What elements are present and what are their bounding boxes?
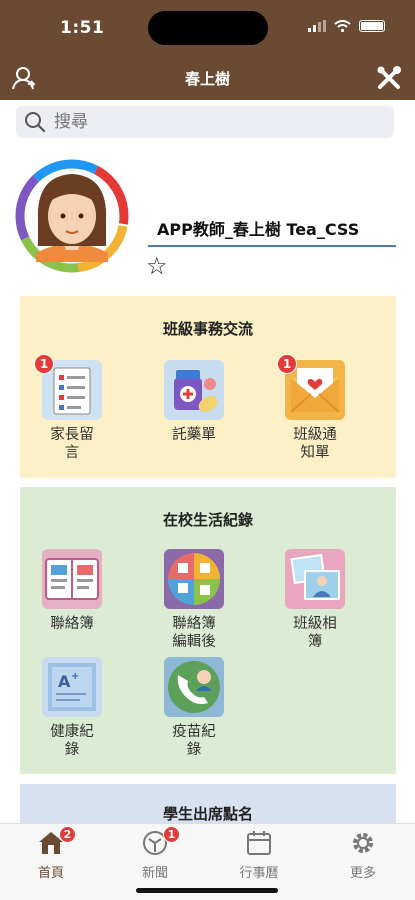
item-label: 疫苗紀 錄 [172,724,216,758]
tab-label: 更多 [349,866,376,881]
photo-album-button[interactable]: 班級相 簿 [270,549,360,651]
badge-count: 1 [277,354,297,374]
wifi-icon [334,20,351,32]
section-title: 班級事務交流 [162,320,253,338]
tab-label: 首頁 [37,866,64,881]
tools-icon[interactable] [375,64,403,92]
section-title: 學生出席點名 [162,805,253,823]
search-input[interactable] [54,112,354,132]
notice-letter-button[interactable]: 1 班級通 知單 [270,354,360,462]
contact-book-icon [42,549,102,609]
item-label: 聯絡簿 [50,616,94,632]
item-label: 班級相 簿 [293,616,337,650]
name-underline [148,245,396,247]
item-label: 聯絡簿 編輯後 [172,616,216,650]
school-life-section: 在校生活紀錄 聯絡簿 聯絡簿 編輯後 班級相 簿 A + 健康紀 錄 疫苗紀 錄 [20,487,396,774]
calendar-icon [247,831,271,855]
badge-count: 1 [34,354,54,374]
tab-label: 行事曆 [239,866,279,881]
home-indicator [136,888,278,893]
vaccine-record-button[interactable]: 疫苗紀 錄 [149,657,239,759]
page-title: 春上樹 [184,70,230,88]
status-time: 1:51 [60,18,105,38]
search-bar[interactable] [16,106,394,138]
photo-album-icon [285,549,345,609]
contact-book-edited-icon [164,549,224,609]
status-icons [308,20,385,32]
notice-letter-icon: 1 [277,354,345,420]
tab-calendar[interactable]: 行事曆 [224,830,294,881]
item-label: 家長留 言 [50,427,94,461]
tab-news[interactable]: 1 新聞 [120,826,190,881]
tab-home[interactable]: 2 首頁 [16,826,86,881]
badge-count: 2 [59,826,76,843]
class-affairs-section: 班級事務交流 1 家長留 言 託藥單 1 班級通 知單 [20,296,396,478]
gear-icon [353,833,373,853]
vaccine-record-icon [164,657,224,717]
battery-icon [359,20,385,32]
camera-notch [148,11,268,45]
health-record-icon: A + [42,657,102,717]
tab-more[interactable]: 更多 [328,830,398,881]
medicine-button[interactable]: 託藥單 [149,360,239,444]
avatar[interactable] [14,158,130,274]
attendance-section[interactable]: 學生出席點名 [20,784,396,824]
section-title: 在校生活紀錄 [162,511,253,529]
health-record-button[interactable]: A + 健康紀 錄 [27,657,117,759]
badge-count: 1 [163,826,180,843]
svg-text:+: + [71,671,79,682]
contact-book-edited-button[interactable]: 聯絡簿 編輯後 [149,549,239,651]
tab-label: 新聞 [141,866,168,881]
search-icon [25,112,46,133]
top-bar: 1:51 春上樹 [0,0,415,100]
signal-icon [308,20,326,32]
user-name: APP教師_春上樹 Tea_CSS [157,220,360,239]
contact-book-button[interactable]: 聯絡簿 [27,549,117,633]
svg-text:A: A [58,672,71,691]
item-label: 健康紀 錄 [50,724,94,758]
parent-message-icon: 1 [34,354,102,420]
parent-message-button[interactable]: 1 家長留 言 [27,354,117,462]
item-label: 託藥單 [172,427,216,443]
item-label: 班級通 知單 [293,427,337,461]
medicine-icon [164,360,224,420]
star-outline-icon[interactable]: ☆ [146,254,168,278]
